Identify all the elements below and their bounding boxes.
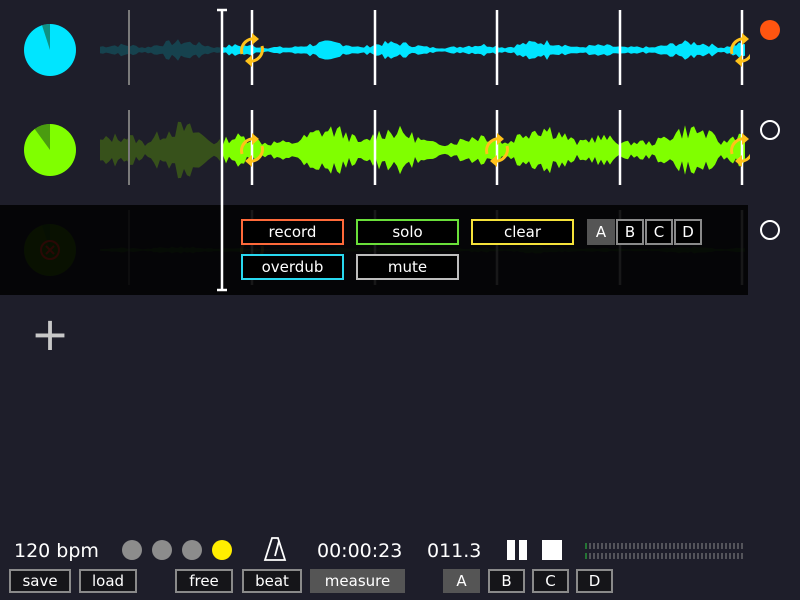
measure-counter: 011.3 bbox=[427, 540, 482, 562]
waveform-upcoming bbox=[223, 125, 745, 175]
record-button[interactable]: record bbox=[241, 219, 344, 245]
mode-measure-button[interactable]: measure bbox=[310, 569, 405, 593]
track-2-record-indicator[interactable] bbox=[760, 120, 780, 140]
save-button[interactable]: save bbox=[9, 569, 71, 593]
stop-button[interactable] bbox=[542, 540, 562, 560]
elapsed-time: 00:00:23 bbox=[317, 540, 403, 562]
waveform-played bbox=[100, 121, 220, 179]
overdub-button[interactable]: overdub bbox=[241, 254, 344, 280]
beat-indicator-2 bbox=[152, 540, 172, 560]
track-scene-d-button[interactable]: D bbox=[674, 219, 702, 245]
track-2-waveform[interactable] bbox=[0, 105, 750, 195]
metronome-icon[interactable] bbox=[263, 536, 287, 562]
track-menu: record solo clear overdub mute A B C D bbox=[0, 205, 748, 295]
mute-button[interactable]: mute bbox=[356, 254, 459, 280]
waveform-played bbox=[100, 39, 220, 61]
track-scene-a-button[interactable]: A bbox=[587, 219, 615, 245]
solo-button[interactable]: solo bbox=[356, 219, 459, 245]
beat-indicator-4 bbox=[212, 540, 232, 560]
playhead[interactable] bbox=[212, 5, 232, 295]
scene-d-button[interactable]: D bbox=[576, 569, 613, 593]
add-track-button[interactable]: + bbox=[30, 307, 70, 361]
bpm-display[interactable]: 120 bpm bbox=[14, 539, 99, 563]
level-meter bbox=[585, 543, 743, 559]
mode-free-button[interactable]: free bbox=[175, 569, 233, 593]
track-1-record-indicator[interactable] bbox=[760, 20, 780, 40]
add-icon: + bbox=[30, 307, 70, 361]
waveform-upcoming bbox=[223, 40, 745, 60]
track-row-2[interactable] bbox=[0, 105, 800, 195]
stop-icon bbox=[542, 540, 562, 560]
scene-b-button[interactable]: B bbox=[488, 569, 525, 593]
scene-c-button[interactable]: C bbox=[532, 569, 569, 593]
track-scene-b-button[interactable]: B bbox=[616, 219, 644, 245]
mode-beat-button[interactable]: beat bbox=[242, 569, 302, 593]
scene-a-button[interactable]: A bbox=[443, 569, 480, 593]
track-3-record-indicator[interactable] bbox=[760, 220, 780, 240]
beat-indicator-3 bbox=[182, 540, 202, 560]
track-scene-c-button[interactable]: C bbox=[645, 219, 673, 245]
clear-button[interactable]: clear bbox=[471, 219, 574, 245]
load-button[interactable]: load bbox=[79, 569, 137, 593]
beat-indicator-1 bbox=[122, 540, 142, 560]
track-row-1[interactable] bbox=[0, 5, 800, 95]
track-1-waveform[interactable] bbox=[0, 5, 750, 95]
pause-button[interactable] bbox=[507, 540, 529, 560]
